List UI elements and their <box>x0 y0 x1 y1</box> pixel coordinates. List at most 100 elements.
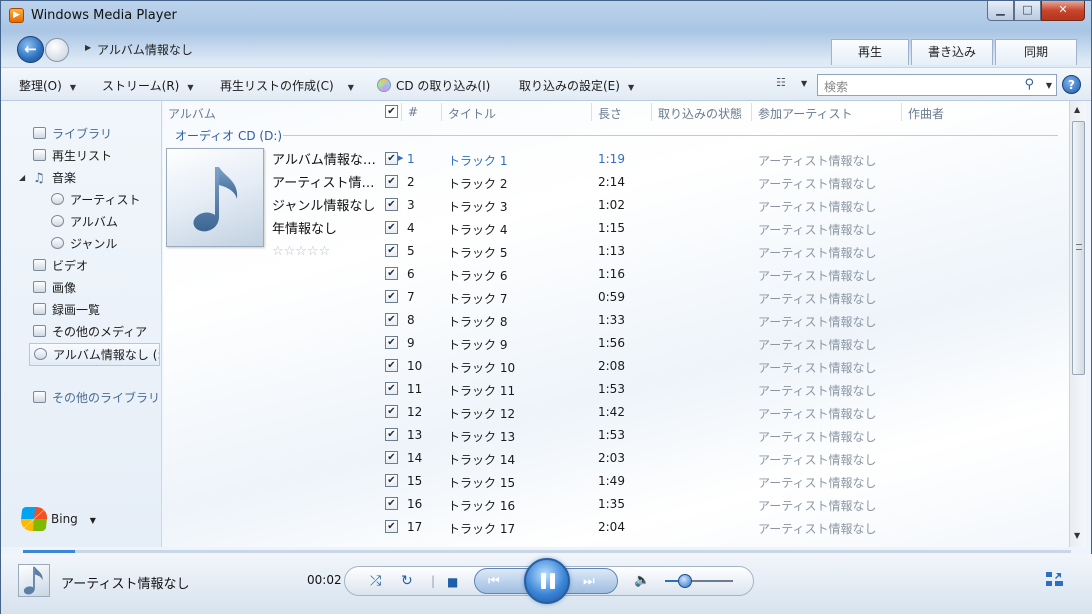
breadcrumb-chevron-icon[interactable]: ▶ <box>85 43 91 52</box>
table-row[interactable]: ✔ 14 トラック 14 2:03 アーティスト情報なし <box>163 446 1069 469</box>
sidebar-item-label: アルバム <box>70 215 118 229</box>
track-checkbox[interactable]: ✔ <box>385 244 398 257</box>
table-row[interactable]: ✔ 16 トラック 16 1:35 アーティスト情報なし <box>163 492 1069 515</box>
table-row[interactable]: ✔ 5 トラック 5 1:13 アーティスト情報なし <box>163 239 1069 262</box>
stream-menu[interactable]: ストリーム(R) ▼ <box>102 77 194 94</box>
sidebar-item-album[interactable]: アルバム <box>51 213 118 230</box>
track-checkbox[interactable]: ✔ <box>385 497 398 510</box>
shuffle-icon[interactable]: ⤮ <box>370 573 381 589</box>
vertical-scrollbar[interactable]: ▲ ▼ <box>1069 101 1086 547</box>
sidebar-item-other-media[interactable]: その他のメディア <box>33 323 147 340</box>
column-composer[interactable]: 作曲者 <box>908 105 944 122</box>
table-row[interactable]: ✔ 13 トラック 13 1:53 アーティスト情報なし <box>163 423 1069 446</box>
track-checkbox[interactable]: ✔ <box>385 359 398 372</box>
now-playing-art[interactable] <box>18 564 50 597</box>
column-length[interactable]: 長さ <box>598 105 622 122</box>
track-checkbox[interactable]: ✔ <box>385 405 398 418</box>
track-checkbox[interactable]: ✔ <box>385 267 398 280</box>
column-album[interactable]: アルバム <box>168 105 216 122</box>
track-checkbox[interactable]: ✔ <box>385 313 398 326</box>
track-checkbox[interactable]: ✔ <box>385 221 398 234</box>
table-row[interactable]: ✔ 7 トラック 7 0:59 アーティスト情報なし <box>163 285 1069 308</box>
sidebar-item-pictures[interactable]: 画像 <box>33 279 76 296</box>
next-track-icon[interactable]: ⏭ <box>583 574 595 589</box>
table-row[interactable]: ✔ 4 トラック 4 1:15 アーティスト情報なし <box>163 216 1069 239</box>
organize-label: 整理(O) <box>19 79 62 93</box>
column-number[interactable]: # <box>408 105 418 119</box>
view-options-icon[interactable]: ☷ <box>776 76 790 90</box>
scroll-up-icon[interactable]: ▲ <box>1074 105 1080 114</box>
minimize-button[interactable]: ▁ <box>987 1 1014 21</box>
search-input[interactable]: 検索 ⚲ ▼ <box>817 74 1057 96</box>
mute-speaker-icon[interactable]: 🔈 <box>634 573 650 588</box>
table-row[interactable]: ✔ 17 トラック 17 2:04 アーティスト情報なし <box>163 515 1069 538</box>
column-divider[interactable] <box>591 103 592 121</box>
column-divider[interactable] <box>651 103 652 121</box>
sidebar-item-audio-cd[interactable]: アルバム情報なし (: <box>29 343 160 366</box>
stop-icon[interactable]: ■ <box>447 575 458 589</box>
switch-to-now-playing-icon[interactable] <box>1046 572 1064 588</box>
track-checkbox[interactable]: ✔ <box>385 290 398 303</box>
column-title[interactable]: タイトル <box>448 105 496 122</box>
create-playlist-menu[interactable]: 再生リストの作成(C) ▼ <box>220 77 354 94</box>
repeat-icon[interactable]: ↻ <box>401 573 413 589</box>
column-divider[interactable] <box>401 103 402 121</box>
rip-cd-button[interactable]: CD の取り込み(I) <box>377 77 490 94</box>
seek-bar[interactable] <box>23 550 1071 553</box>
back-button[interactable]: ← <box>17 36 44 63</box>
track-checkbox[interactable]: ✔ <box>385 336 398 349</box>
table-row[interactable]: ✔ 11 トラック 11 1:53 アーティスト情報なし <box>163 377 1069 400</box>
forward-button[interactable] <box>45 38 69 62</box>
table-row[interactable]: ✔ 6 トラック 6 1:16 アーティスト情報なし <box>163 262 1069 285</box>
sidebar-item-recorded-tv[interactable]: 録画一覧 <box>33 301 100 318</box>
sidebar-item-other-libraries[interactable]: その他のライブラリ <box>33 389 160 406</box>
sidebar-item-artist[interactable]: アーティスト <box>51 191 141 208</box>
sidebar-item-genre[interactable]: ジャンル <box>51 235 117 252</box>
track-checkbox[interactable]: ✔ <box>385 520 398 533</box>
table-row[interactable]: ✔ 12 トラック 12 1:42 アーティスト情報なし <box>163 400 1069 423</box>
table-row[interactable]: ✔ 3 トラック 3 1:02 アーティスト情報なし <box>163 193 1069 216</box>
sidebar-item-label: 画像 <box>52 281 77 295</box>
table-row[interactable]: ✔ 15 トラック 15 1:49 アーティスト情報なし <box>163 469 1069 492</box>
track-checkbox[interactable]: ✔ <box>385 474 398 487</box>
rip-settings-menu[interactable]: 取り込みの設定(E) ▼ <box>519 77 634 94</box>
close-button[interactable]: ✕ <box>1041 1 1085 21</box>
column-divider[interactable] <box>901 103 902 121</box>
column-divider[interactable] <box>751 103 752 121</box>
table-row[interactable]: ✔ 10 トラック 10 2:08 アーティスト情報なし <box>163 354 1069 377</box>
tab-play[interactable]: 再生 <box>831 39 909 65</box>
track-checkbox[interactable]: ✔ <box>385 428 398 441</box>
column-contributing-artist[interactable]: 参加アーティスト <box>758 105 853 122</box>
table-row[interactable]: ✔ 8 トラック 8 1:33 アーティスト情報なし <box>163 308 1069 331</box>
view-options-chevron-icon[interactable]: ▼ <box>801 79 807 88</box>
table-row[interactable]: ✔ 9 トラック 9 1:56 アーティスト情報なし <box>163 331 1069 354</box>
search-chevron-icon[interactable]: ▼ <box>1046 81 1052 90</box>
sidebar-item-playlists[interactable]: 再生リスト <box>33 147 112 164</box>
table-row[interactable]: ▶ ✔ 1 トラック 1 1:19 アーティスト情報なし <box>163 147 1069 170</box>
tab-burn[interactable]: 書き込み <box>911 39 993 65</box>
breadcrumb[interactable]: アルバム情報なし <box>97 41 193 58</box>
sidebar-item-video[interactable]: ビデオ <box>33 257 88 274</box>
sidebar-item-library[interactable]: ライブラリ <box>33 125 112 142</box>
scroll-down-icon[interactable]: ▼ <box>1074 531 1080 540</box>
column-divider[interactable] <box>441 103 442 121</box>
sidebar-item-music[interactable]: ♫ 音楽 <box>33 169 76 186</box>
tree-expand-icon[interactable]: ◢ <box>19 173 25 182</box>
track-checkbox[interactable]: ✔ <box>385 175 398 188</box>
select-all-checkbox[interactable]: ✔ <box>385 105 398 118</box>
column-rip-status[interactable]: 取り込みの状態 <box>658 105 742 122</box>
track-checkbox[interactable]: ✔ <box>385 382 398 395</box>
organize-menu[interactable]: 整理(O) ▼ <box>19 77 76 94</box>
scroll-thumb[interactable] <box>1072 121 1085 375</box>
search-icon[interactable]: ⚲ <box>1024 77 1034 92</box>
track-checkbox[interactable]: ✔ <box>385 198 398 211</box>
track-checkbox[interactable]: ✔ <box>385 152 398 165</box>
previous-track-icon[interactable]: ⏮ <box>488 574 500 589</box>
help-icon[interactable]: ? <box>1062 75 1081 94</box>
maximize-button[interactable]: □ <box>1014 1 1041 21</box>
track-checkbox[interactable]: ✔ <box>385 451 398 464</box>
bing-search-menu[interactable]: Bing ▼ <box>19 507 96 531</box>
table-row[interactable]: ✔ 2 トラック 2 2:14 アーティスト情報なし <box>163 170 1069 193</box>
tab-sync[interactable]: 同期 <box>995 39 1077 65</box>
play-pause-button[interactable] <box>524 558 570 604</box>
